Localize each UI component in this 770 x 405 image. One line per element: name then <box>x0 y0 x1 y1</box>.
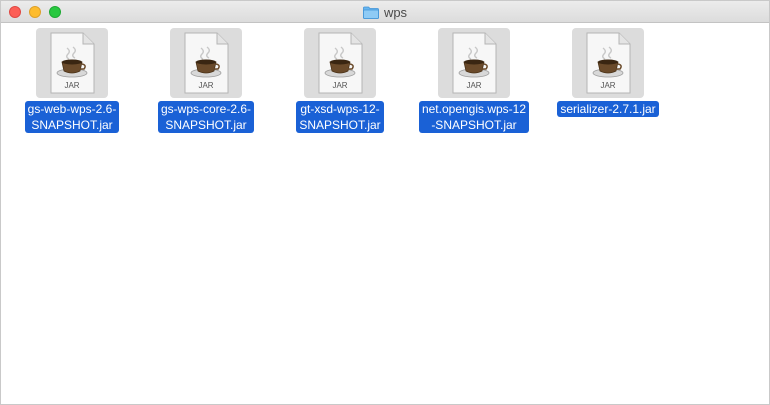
file-name-label[interactable]: gt-xsd-wps-12- SNAPSHOT.jar <box>296 101 384 133</box>
jar-badge: JAR <box>466 81 481 90</box>
file-grid[interactable]: JAR gs-web-wps-2.6- SNAPSHOT.jar JAR gs-… <box>1 23 769 404</box>
jar-file-icon: JAR <box>318 32 363 94</box>
file-item[interactable]: JAR gt-xsd-wps-12- SNAPSHOT.jar <box>280 28 400 133</box>
title-bar[interactable]: wps <box>1 1 769 23</box>
file-item[interactable]: JAR net.opengis.wps-12 -SNAPSHOT.jar <box>414 28 534 133</box>
folder-icon <box>363 6 379 19</box>
file-name-label[interactable]: gs-wps-core-2.6- SNAPSHOT.jar <box>157 101 255 133</box>
jar-badge: JAR <box>600 81 615 90</box>
jar-file-icon: JAR <box>184 32 229 94</box>
file-name-line: SNAPSHOT.jar <box>299 118 381 132</box>
file-name-line: gt-xsd-wps-12- <box>300 102 380 116</box>
file-name-line: SNAPSHOT.jar <box>31 118 113 132</box>
file-name-label[interactable]: net.opengis.wps-12 -SNAPSHOT.jar <box>418 101 530 133</box>
jar-badge: JAR <box>332 81 347 90</box>
file-name-line: gs-web-wps-2.6- <box>27 102 117 116</box>
file-name-label[interactable]: serializer-2.7.1.jar <box>557 101 659 117</box>
jar-file-icon: JAR <box>586 32 631 94</box>
jar-file-icon: JAR <box>452 32 497 94</box>
jar-file-thumbnail[interactable]: JAR <box>36 28 108 98</box>
jar-file-icon: JAR <box>50 32 95 94</box>
file-item[interactable]: JAR gs-web-wps-2.6- SNAPSHOT.jar <box>12 28 132 133</box>
jar-file-thumbnail[interactable]: JAR <box>170 28 242 98</box>
jar-badge: JAR <box>198 81 213 90</box>
file-name-line: net.opengis.wps-12 <box>421 102 527 116</box>
window-title: wps <box>383 4 408 20</box>
file-name-line: -SNAPSHOT.jar <box>431 118 517 132</box>
jar-badge: JAR <box>64 81 79 90</box>
finder-window: wps JAR gs-web-wps-2.6- SNAPSHOT.jar JAR… <box>0 0 770 405</box>
file-item[interactable]: JAR serializer-2.7.1.jar <box>548 28 668 117</box>
file-name-line: serializer-2.7.1.jar <box>560 102 656 116</box>
file-name-line: SNAPSHOT.jar <box>165 118 247 132</box>
window-title-group: wps <box>1 1 769 23</box>
jar-file-thumbnail[interactable]: JAR <box>572 28 644 98</box>
file-name-label[interactable]: gs-web-wps-2.6- SNAPSHOT.jar <box>24 101 120 133</box>
jar-file-thumbnail[interactable]: JAR <box>438 28 510 98</box>
jar-file-thumbnail[interactable]: JAR <box>304 28 376 98</box>
file-name-line: gs-wps-core-2.6- <box>160 102 252 116</box>
file-item[interactable]: JAR gs-wps-core-2.6- SNAPSHOT.jar <box>146 28 266 133</box>
